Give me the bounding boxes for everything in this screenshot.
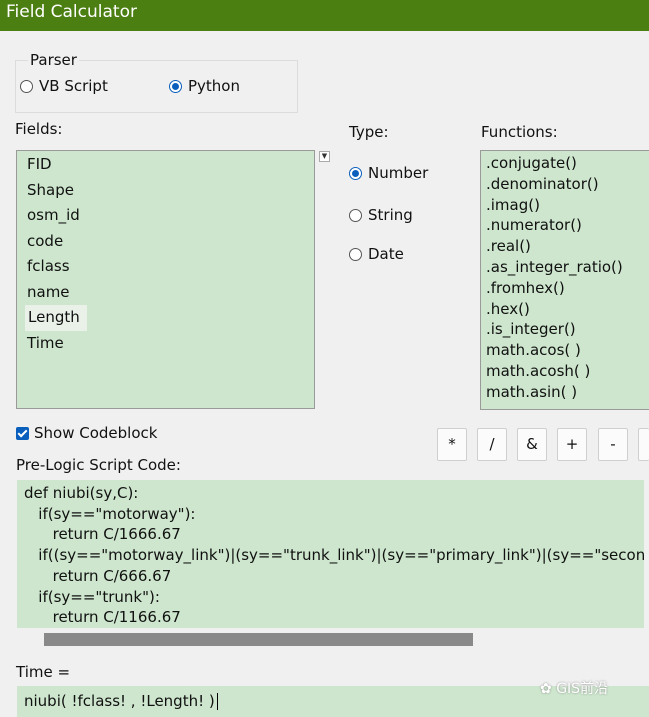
type-number-label: Number <box>368 164 429 182</box>
fields-label: Fields: <box>15 120 63 138</box>
type-string-label: String <box>368 206 413 224</box>
concatenate-button[interactable]: & <box>517 428 547 461</box>
code-line: def niubi(sy,C): <box>24 484 139 502</box>
type-date-radio[interactable]: Date <box>349 245 404 263</box>
function-item[interactable]: math.acos( ) <box>481 340 649 361</box>
function-item[interactable]: .numerator() <box>481 215 649 236</box>
field-item-length-selected[interactable]: Length <box>25 305 87 331</box>
subtract-button[interactable]: - <box>598 428 628 461</box>
field-item-fclass[interactable]: fclass <box>17 254 314 280</box>
function-item[interactable]: .as_integer_ratio() <box>481 257 649 278</box>
code-line: return C/1166.67 <box>24 608 181 627</box>
type-string-radio[interactable]: String <box>349 206 413 224</box>
expression-label: Time = <box>16 663 71 681</box>
radio-checked-icon <box>349 166 362 180</box>
functions-list[interactable]: .conjugate() .denominator() .imag() .num… <box>480 150 649 410</box>
function-item[interactable]: math.asin( ) <box>481 382 649 403</box>
field-item-osm-id[interactable]: osm_id <box>17 203 314 229</box>
divide-button[interactable]: / <box>477 428 507 461</box>
function-item[interactable]: .fromhex() <box>481 278 649 299</box>
function-item[interactable]: .real() <box>481 236 649 257</box>
function-item[interactable]: .hex() <box>481 299 649 320</box>
function-item[interactable]: .denominator() <box>481 174 649 195</box>
function-item[interactable]: .is_integer() <box>481 319 649 340</box>
watermark-text: GIS前沿 <box>556 681 609 697</box>
title-bar: Field Calculator <box>0 0 649 31</box>
code-line: if((sy=="motorway_link")|(sy=="trunk_lin… <box>24 546 644 565</box>
watermark: ✿ GIS前沿 <box>540 680 608 698</box>
prelogic-code-editor[interactable]: def niubi(sy,C): if(sy=="motorway"): ret… <box>17 480 644 628</box>
functions-label: Functions: <box>481 123 558 141</box>
prelogic-label: Pre-Logic Script Code: <box>16 456 181 474</box>
chevron-down-icon: ▼ <box>321 152 328 160</box>
parser-python-radio[interactable]: Python <box>169 77 240 95</box>
expression-text: niubi( !fclass! , !Length! ) <box>24 692 215 710</box>
function-item[interactable]: math.acosh( ) <box>481 361 649 382</box>
show-codeblock-checkbox[interactable]: Show Codeblock <box>16 424 157 442</box>
code-line: if(sy=="motorway"): <box>24 504 196 523</box>
show-codeblock-label: Show Codeblock <box>34 424 158 442</box>
function-item[interactable]: .conjugate() <box>481 153 649 174</box>
more-operator-button[interactable] <box>638 428 649 461</box>
type-number-radio[interactable]: Number <box>349 164 428 182</box>
parser-vbscript-label: VB Script <box>39 77 108 95</box>
parser-label: Parser <box>28 51 79 69</box>
radio-checked-icon <box>169 79 182 93</box>
radio-unchecked-icon <box>20 79 33 93</box>
window-title: Field Calculator <box>6 2 137 22</box>
add-button[interactable]: + <box>557 428 587 461</box>
checkbox-checked-icon <box>16 427 29 440</box>
field-item-code[interactable]: code <box>17 229 314 255</box>
radio-unchecked-icon <box>349 208 362 222</box>
field-item-shape[interactable]: Shape <box>17 178 314 204</box>
fields-dropdown-button[interactable]: ▼ <box>319 151 330 162</box>
function-item[interactable]: .imag() <box>481 195 649 216</box>
type-date-label: Date <box>368 245 404 263</box>
code-line: return C/1666.67 <box>24 525 181 544</box>
parser-vbscript-radio[interactable]: VB Script <box>20 77 108 95</box>
multiply-button[interactable]: * <box>437 428 467 461</box>
type-label: Type: <box>349 123 389 141</box>
parser-python-label: Python <box>188 77 240 95</box>
fields-list[interactable]: FID Shape osm_id code fclass name Length… <box>16 150 315 409</box>
code-line: return C/666.67 <box>24 566 172 585</box>
field-item-fid[interactable]: FID <box>17 152 314 178</box>
scrollbar-thumb[interactable] <box>44 633 473 646</box>
field-item-name[interactable]: name <box>17 280 314 306</box>
field-item-time[interactable]: Time <box>17 331 314 357</box>
radio-unchecked-icon <box>349 247 362 261</box>
wechat-icon: ✿ <box>540 681 552 697</box>
code-line: if(sy=="trunk"): <box>24 587 160 606</box>
text-caret <box>216 693 218 710</box>
